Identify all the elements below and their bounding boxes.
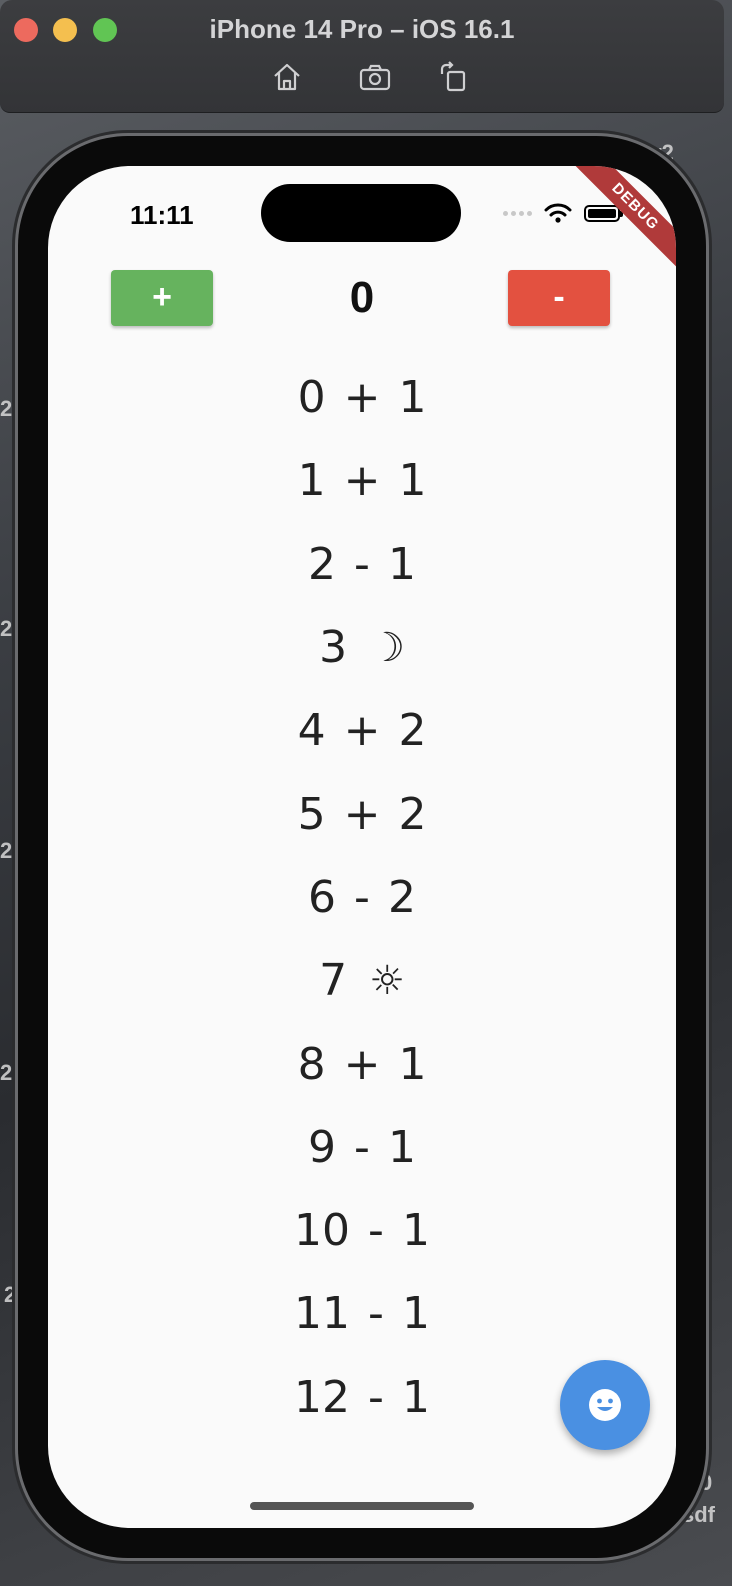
- row-number: 12: [294, 1371, 351, 1423]
- simulator-titlebar: iPhone 14 Pro – iOS 16.1: [0, 0, 724, 113]
- background-text: 2: [4, 1282, 17, 1307]
- decrement-button[interactable]: -: [508, 270, 610, 326]
- list-item: 8 +1: [48, 1022, 676, 1105]
- row-value: 1: [387, 1121, 416, 1173]
- list-item: 0 +1: [48, 356, 676, 439]
- app-screen: 11:11 DEBUG + 0 - 0 +1 1 +1 2-1 3 ☽ 4 +2 5 +2 6-2 7 ☼…: [48, 166, 676, 1528]
- list-item: 11-1: [48, 1272, 676, 1355]
- row-operator: +: [343, 455, 381, 507]
- row-value: 1: [387, 538, 416, 590]
- list-item: 1 +1: [48, 439, 676, 522]
- fab-button[interactable]: [560, 1360, 650, 1450]
- status-time: 11:11: [130, 200, 194, 230]
- row-value: 1: [398, 455, 427, 507]
- row-value: 1: [401, 1288, 430, 1340]
- row-operator: -: [368, 1205, 384, 1257]
- row-value: 1: [401, 1371, 430, 1423]
- list-item: 10-1: [48, 1189, 676, 1272]
- list-item: 2-1: [48, 523, 676, 606]
- home-icon[interactable]: [270, 60, 304, 94]
- home-indicator: [250, 1502, 474, 1510]
- list-item: 9-1: [48, 1106, 676, 1189]
- cellular-signal-icon: [503, 210, 532, 216]
- sun-icon: ☼: [369, 957, 405, 1004]
- row-value: 1: [398, 1038, 427, 1090]
- row-value: 2: [398, 705, 427, 757]
- background-text: 2: [0, 616, 13, 641]
- screenshot-icon[interactable]: [358, 60, 392, 94]
- wifi-icon: [544, 203, 572, 223]
- list-item: 7 ☼: [48, 939, 676, 1022]
- list-item: 3 ☽: [48, 606, 676, 689]
- row-value: 2: [387, 871, 416, 923]
- row-number: 9: [308, 1121, 337, 1173]
- row-operator: -: [368, 1371, 384, 1423]
- row-operator: -: [354, 538, 370, 590]
- row-number: 2: [308, 538, 337, 590]
- row-value: 2: [398, 788, 427, 840]
- row-operator: +: [343, 1038, 381, 1090]
- battery-icon: [584, 204, 623, 222]
- increment-button[interactable]: +: [111, 270, 213, 326]
- iphone-frame: 11:11 DEBUG + 0 - 0 +1 1 +1 2-1 3 ☽ 4 +2 5 +2 6-2 7 ☼…: [18, 136, 706, 1558]
- row-operator: -: [368, 1288, 384, 1340]
- row-number: 8: [297, 1038, 326, 1090]
- row-operator: +: [343, 705, 381, 757]
- list-item: 6-2: [48, 856, 676, 939]
- list-item: 5 +2: [48, 772, 676, 855]
- window-title: iPhone 14 Pro – iOS 16.1: [209, 14, 515, 44]
- row-number: 0: [297, 372, 326, 424]
- row-operator: -: [354, 1121, 370, 1173]
- row-value: 1: [398, 372, 427, 424]
- status-indicators: [503, 202, 623, 224]
- counter-value: 0: [349, 273, 375, 322]
- row-number: 3: [319, 622, 348, 674]
- smiley-face-icon: [589, 1389, 621, 1421]
- list-item: 4 +2: [48, 689, 676, 772]
- row-operator: -: [354, 871, 370, 923]
- row-number: 5: [297, 788, 326, 840]
- rotate-icon[interactable]: [436, 60, 470, 94]
- row-number: 4: [297, 705, 326, 757]
- row-value: 1: [401, 1205, 430, 1257]
- dynamic-island: [261, 184, 461, 242]
- row-number: 7: [319, 955, 348, 1007]
- row-number: 11: [294, 1288, 351, 1340]
- moon-icon: ☽: [369, 624, 405, 671]
- row-number: 6: [308, 871, 337, 923]
- row-operator: +: [343, 788, 381, 840]
- row-operator: +: [343, 372, 381, 424]
- background-text: 2: [0, 396, 13, 421]
- log-list[interactable]: 0 +1 1 +1 2-1 3 ☽ 4 +2 5 +2 6-2 7 ☼ 8 +1 9-1 10-1 11-1 12-1: [48, 356, 676, 1439]
- row-number: 1: [297, 455, 326, 507]
- row-number: 10: [294, 1205, 351, 1257]
